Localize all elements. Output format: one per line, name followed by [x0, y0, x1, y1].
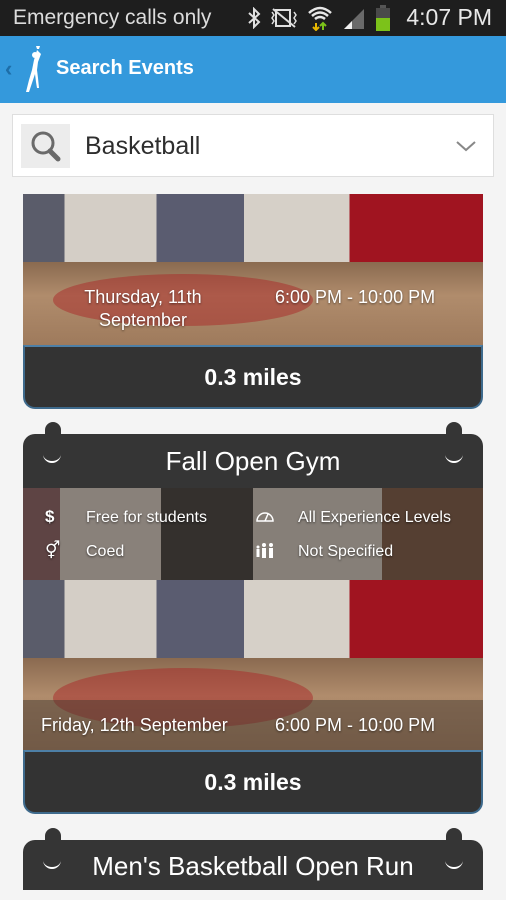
app-bar: ‹ Search Events — [0, 36, 506, 103]
clock: 4:07 PM — [406, 4, 492, 30]
event-distance: 0.3 miles — [23, 345, 483, 409]
event-photo: Thursday, 11th September 6:00 PM - 10:00… — [23, 194, 483, 346]
search-icon — [31, 131, 61, 162]
chevron-down-icon[interactable] — [455, 135, 477, 157]
sport-selector-value: Basketball — [85, 132, 201, 160]
people-icon — [256, 543, 273, 558]
wifi-icon — [308, 6, 332, 31]
event-date: Friday, 12th September — [41, 715, 228, 735]
event-photo: $ Free for students All Experience Level… — [23, 488, 483, 752]
event-date: Thursday, 11th September — [84, 287, 202, 330]
vibrate-icon — [271, 8, 297, 28]
carrier-text: Emergency calls only — [13, 6, 212, 29]
event-title-bar: Fall Open Gym — [23, 434, 483, 488]
status-bar: Emergency calls only 4:07 PM — [0, 0, 506, 36]
event-gender: Coed — [86, 543, 125, 560]
hole-icon — [43, 860, 61, 869]
status-icons — [247, 5, 391, 31]
search-icon-box[interactable] — [21, 124, 70, 168]
basketball-player-icon[interactable] — [22, 44, 44, 94]
hole-icon — [43, 454, 61, 463]
event-age: Not Specified — [298, 543, 394, 560]
event-title: Fall Open Gym — [165, 446, 341, 476]
hole-icon — [445, 454, 463, 463]
speedometer-icon — [256, 512, 274, 522]
event-time: 6:00 PM - 10:00 PM — [275, 287, 436, 307]
bluetooth-icon — [248, 7, 261, 29]
event-title: Men's Basketball Open Run — [92, 851, 414, 881]
event-title-bar: Men's Basketball Open Run — [23, 840, 483, 890]
event-cost: Free for students — [86, 509, 207, 526]
battery-icon — [376, 5, 390, 31]
event-time: 6:00 PM - 10:00 PM — [275, 715, 436, 735]
hole-icon — [445, 860, 463, 869]
signal-icon — [344, 9, 364, 29]
sport-selector[interactable]: Basketball — [12, 114, 494, 177]
chevron-left-icon[interactable]: ‹ — [5, 56, 12, 82]
event-card[interactable]: Thursday, 11th September 6:00 PM - 10:00… — [23, 194, 483, 410]
page-title: Search Events — [56, 57, 194, 79]
event-level: All Experience Levels — [298, 509, 451, 526]
event-distance: 0.3 miles — [23, 750, 483, 814]
event-card[interactable]: Men's Basketball Open Run — [23, 828, 483, 900]
gender-icon: ⚥ — [45, 541, 61, 560]
dollar-icon: $ — [45, 507, 55, 526]
event-card[interactable]: Fall Open Gym $ Free for students All Ex… — [23, 422, 483, 816]
